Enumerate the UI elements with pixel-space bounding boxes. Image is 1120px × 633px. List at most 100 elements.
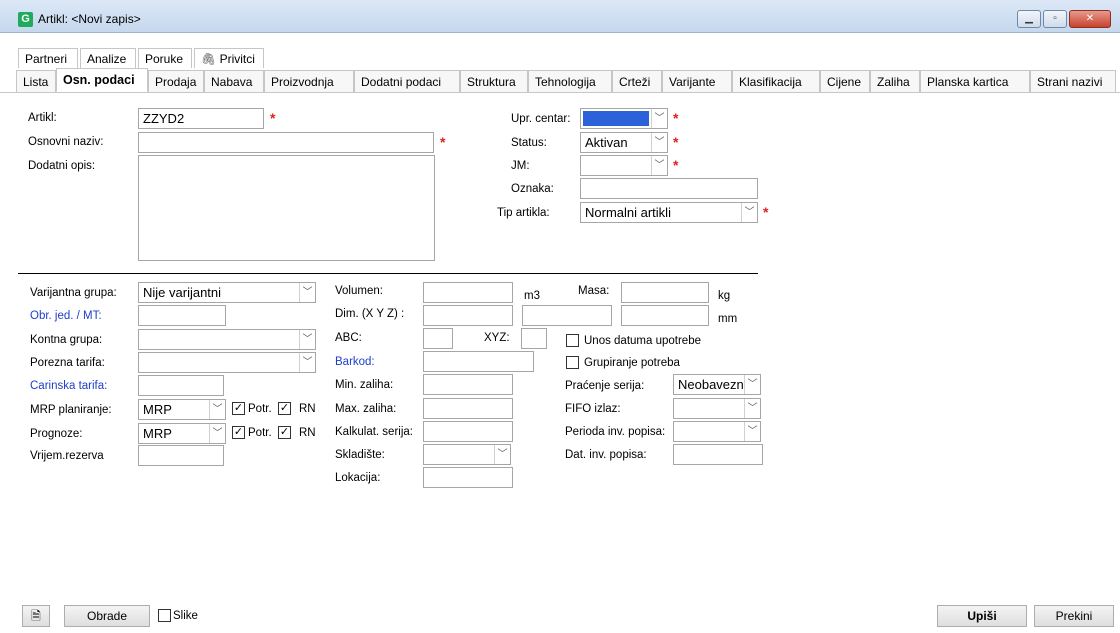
tab-lista[interactable]: Lista — [16, 70, 56, 92]
lokacija-input[interactable] — [423, 467, 513, 488]
required-marker: * — [763, 204, 769, 220]
prognoze-potr-checkbox[interactable]: ✓ — [232, 426, 245, 439]
carinska-tarifa-input[interactable] — [138, 375, 224, 396]
vrijem-rezerva-input[interactable] — [138, 445, 224, 466]
upr-centar-select[interactable]: ﹀ — [580, 108, 668, 129]
max-zaliha-input[interactable] — [423, 398, 513, 419]
maximize-button[interactable]: ▫ — [1043, 10, 1067, 28]
max-zaliha-label: Max. zaliha: — [335, 403, 397, 415]
mrp-rn-checkbox[interactable]: ✓ — [278, 402, 291, 415]
upisi-button[interactable]: Upiši — [937, 605, 1027, 627]
varijantna-grupa-select[interactable]: Nije varijantni ﹀ — [138, 282, 316, 303]
tab-planska-kartica[interactable]: Planska kartica — [920, 70, 1030, 92]
upr-centar-label: Upr. centar: — [511, 113, 571, 125]
dim-z-input[interactable] — [621, 305, 709, 326]
document-button[interactable]: 🗎 — [22, 605, 50, 627]
min-zaliha-input[interactable] — [423, 374, 513, 395]
chevron-down-icon[interactable]: ﹀ — [651, 133, 667, 152]
dim-label: Dim. (X Y Z) : — [335, 308, 405, 320]
osnovni-naziv-input[interactable] — [138, 132, 434, 153]
volumen-label: Volumen: — [335, 285, 383, 297]
artikl-input[interactable]: ZZYD2 — [138, 108, 264, 129]
tip-artikla-label: Tip artikla: — [497, 207, 550, 219]
tab-nabava[interactable]: Nabava — [204, 70, 264, 92]
prekini-button[interactable]: Prekini — [1034, 605, 1114, 627]
top-tab-poruke[interactable]: Poruke — [138, 48, 192, 68]
fifo-izlaz-select[interactable]: ﹀ — [673, 398, 761, 419]
title-bar — [0, 0, 1120, 33]
chevron-down-icon[interactable]: ﹀ — [744, 375, 760, 394]
dim-x-input[interactable] — [423, 305, 513, 326]
minimize-button[interactable]: ▁ — [1017, 10, 1041, 28]
masa-input[interactable] — [621, 282, 709, 303]
dat-inv-input[interactable] — [673, 444, 763, 465]
chevron-down-icon[interactable]: ﹀ — [651, 156, 667, 175]
mrp-potr-label: Potr. — [248, 403, 272, 415]
oznaka-input[interactable] — [580, 178, 758, 199]
tab-dodatni-podaci[interactable]: Dodatni podaci — [354, 70, 460, 92]
chevron-down-icon[interactable]: ﹀ — [744, 422, 760, 441]
tab-cijene[interactable]: Cijene — [820, 70, 870, 92]
dim-y-input[interactable] — [522, 305, 612, 326]
chevron-down-icon[interactable]: ﹀ — [741, 203, 757, 222]
masa-label: Masa: — [578, 285, 610, 297]
perioda-inv-select[interactable]: ﹀ — [673, 421, 761, 442]
grupiranje-checkbox[interactable] — [566, 356, 579, 369]
lokacija-label: Lokacija: — [335, 472, 381, 484]
prognoze-rn-checkbox[interactable]: ✓ — [278, 426, 291, 439]
chevron-down-icon[interactable]: ﹀ — [209, 400, 225, 419]
app-icon: G — [18, 12, 33, 27]
chevron-down-icon[interactable]: ﹀ — [299, 283, 315, 302]
tab-klasifikacija[interactable]: Klasifikacija — [732, 70, 820, 92]
required-marker: * — [270, 110, 276, 126]
dodatni-opis-textarea[interactable] — [138, 155, 435, 261]
barkod-label[interactable]: Barkod: — [335, 356, 375, 368]
tab-prodaja[interactable]: Prodaja — [148, 70, 204, 92]
obrade-button[interactable]: Obrade — [64, 605, 150, 627]
xyz-input[interactable] — [521, 328, 547, 349]
mrp-potr-checkbox[interactable]: ✓ — [232, 402, 245, 415]
tab-proizvodnja[interactable]: Proizvodnja — [264, 70, 354, 92]
barkod-input[interactable] — [423, 351, 534, 372]
tab-crtezi[interactable]: Crteži — [612, 70, 662, 92]
skladiste-label: Skladište: — [335, 449, 385, 461]
close-button[interactable]: ✕ — [1069, 10, 1111, 28]
unos-datuma-checkbox[interactable] — [566, 334, 579, 347]
tab-zaliha[interactable]: Zaliha — [870, 70, 920, 92]
tab-strani-nazivi[interactable]: Strani nazivi — [1030, 70, 1116, 92]
paperclip-icon: 🖇 — [201, 52, 217, 66]
obr-jed-mt-input[interactable] — [138, 305, 226, 326]
top-tab-privitci[interactable]: 🖇 Privitci — [194, 48, 264, 68]
volumen-unit: m3 — [524, 290, 540, 302]
top-tab-partneri[interactable]: Partneri — [18, 48, 78, 68]
tab-varijante[interactable]: Varijante — [662, 70, 732, 92]
skladiste-select[interactable]: ﹀ — [423, 444, 511, 465]
chevron-down-icon[interactable]: ﹀ — [299, 330, 315, 349]
porezna-tarifa-select[interactable]: ﹀ — [138, 352, 316, 373]
status-label: Status: — [511, 137, 547, 149]
status-select[interactable]: Aktivan ﹀ — [580, 132, 668, 153]
top-tab-analize[interactable]: Analize — [80, 48, 136, 68]
chevron-down-icon[interactable]: ﹀ — [299, 353, 315, 372]
prognoze-select[interactable]: MRP ﹀ — [138, 423, 226, 444]
volumen-input[interactable] — [423, 282, 513, 303]
tip-artikla-select[interactable]: Normalni artikli ﹀ — [580, 202, 758, 223]
kontna-grupa-label: Kontna grupa: — [30, 334, 103, 346]
mrp-planiranje-select[interactable]: MRP ﹀ — [138, 399, 226, 420]
chevron-down-icon[interactable]: ﹀ — [744, 399, 760, 418]
chevron-down-icon[interactable]: ﹀ — [494, 445, 510, 464]
obr-jed-mt-label[interactable]: Obr. jed. / MT: — [30, 310, 102, 322]
pracenje-serija-select[interactable]: Neobavezn ﹀ — [673, 374, 761, 395]
kontna-grupa-select[interactable]: ﹀ — [138, 329, 316, 350]
tab-struktura[interactable]: Struktura — [460, 70, 528, 92]
chevron-down-icon[interactable]: ﹀ — [209, 424, 225, 443]
tab-tehnologija[interactable]: Tehnologija — [528, 70, 612, 92]
slike-checkbox[interactable] — [158, 609, 171, 622]
carinska-tarifa-label[interactable]: Carinska tarifa: — [30, 380, 107, 392]
jm-select[interactable]: ﹀ — [580, 155, 668, 176]
min-zaliha-label: Min. zaliha: — [335, 379, 394, 391]
kalkulat-serija-input[interactable] — [423, 421, 513, 442]
chevron-down-icon[interactable]: ﹀ — [651, 109, 667, 128]
abc-input[interactable] — [423, 328, 453, 349]
tab-osn-podaci[interactable]: Osn. podaci — [56, 68, 148, 92]
